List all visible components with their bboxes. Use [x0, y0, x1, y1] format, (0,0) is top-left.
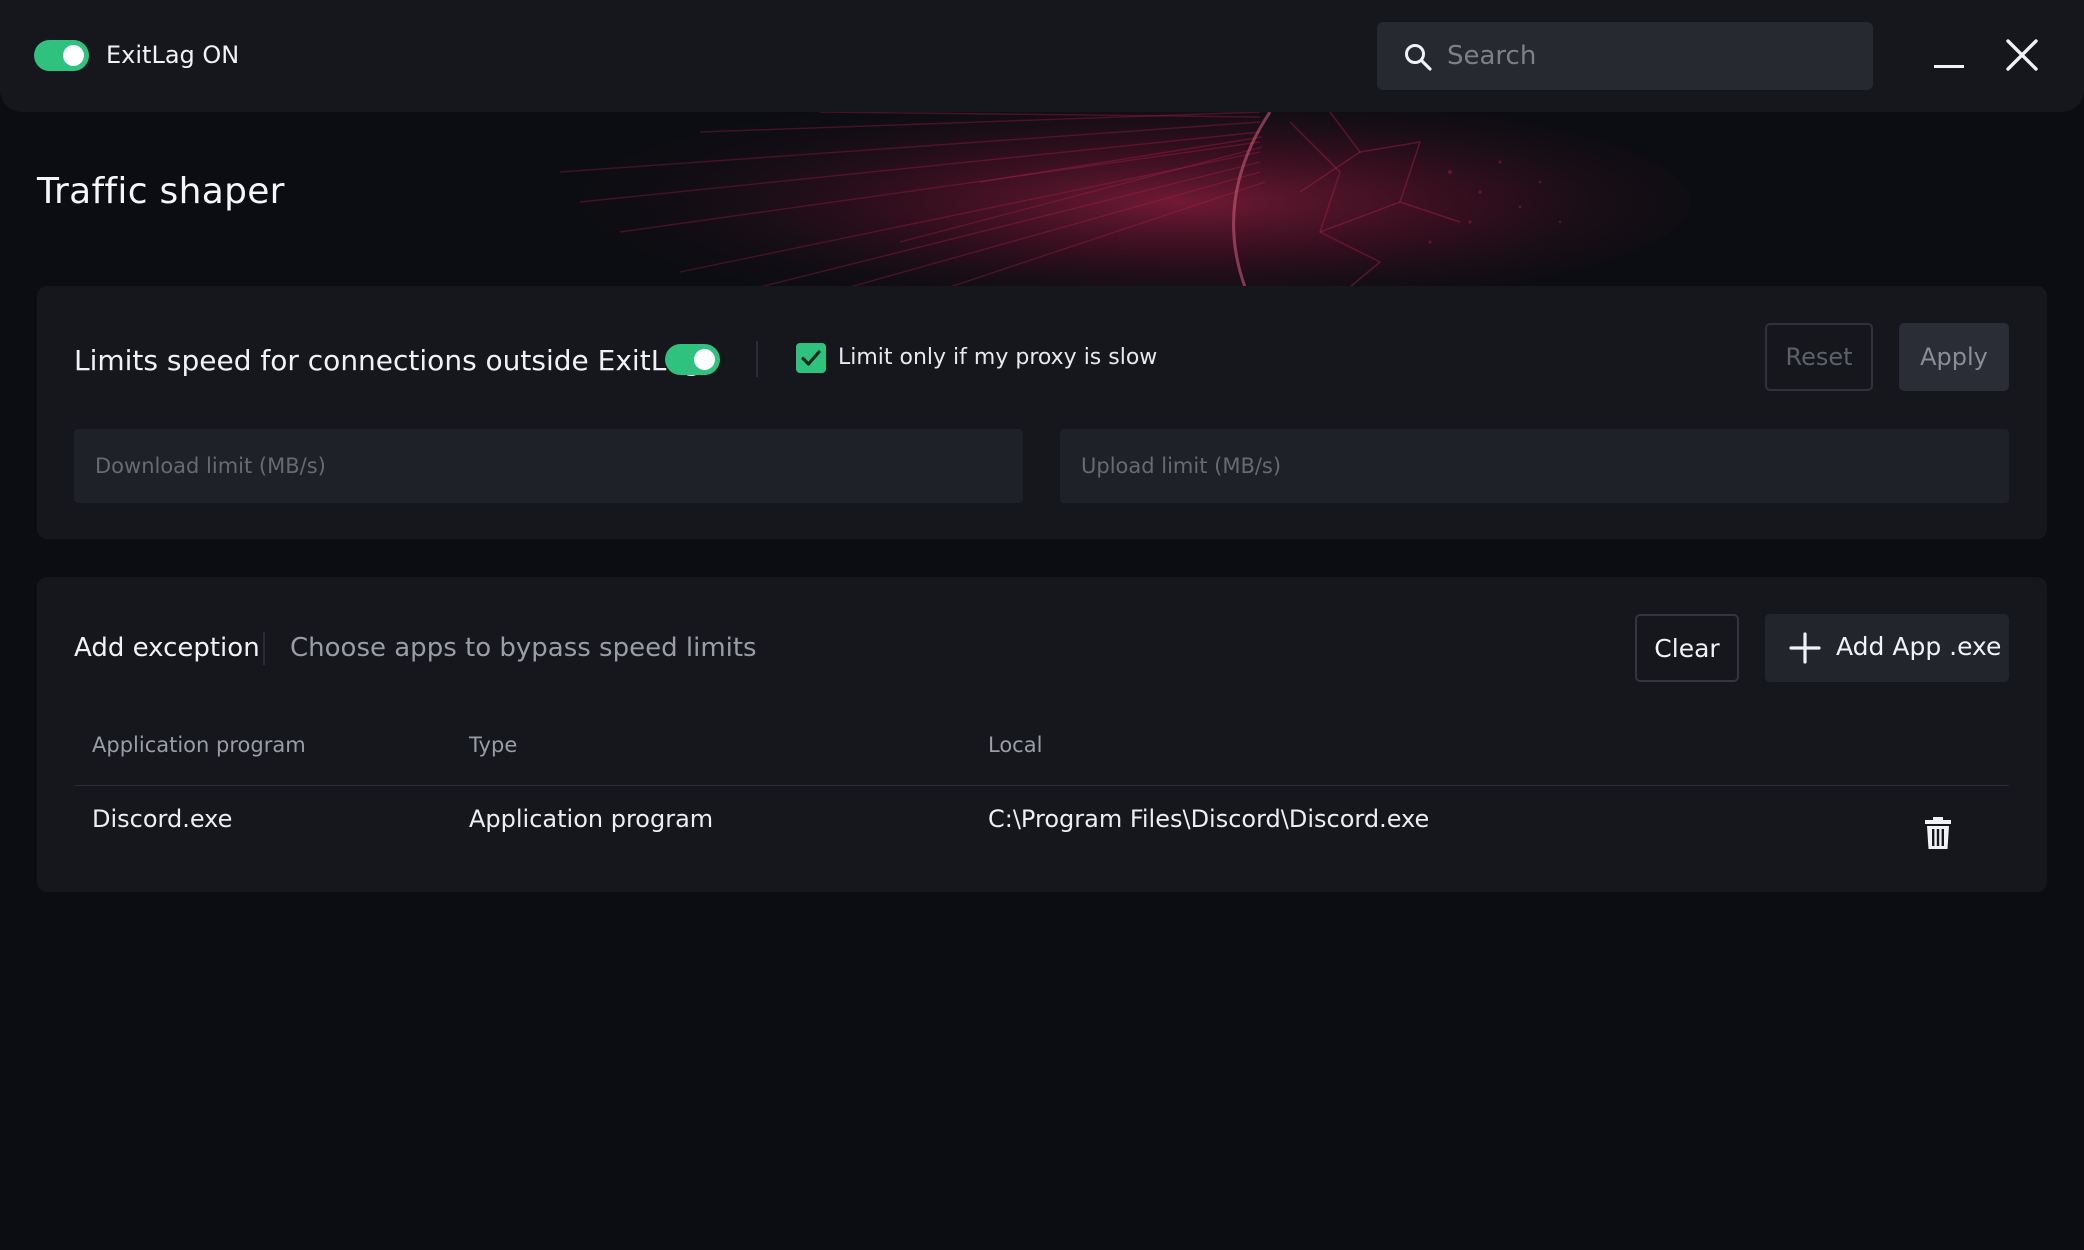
toggle-knob: [694, 349, 715, 370]
upload-limit-input[interactable]: [1060, 429, 2009, 503]
top-bar: ExitLag ON: [0, 0, 2084, 112]
search-box[interactable]: [1377, 22, 1873, 90]
apply-button[interactable]: Apply: [1899, 323, 2009, 391]
cell-local-path: C:\Program Files\Discord\Discord.exe: [988, 805, 1430, 833]
minimize-icon: [1934, 65, 1964, 68]
exceptions-subtitle: Choose apps to bypass speed limits: [290, 633, 757, 663]
app-window: ExitLag ON Search Traffic shaper Limits …: [0, 0, 2084, 1250]
exceptions-card: Add exception Choose apps to bypass spee…: [37, 577, 2047, 892]
banner-artwork: [0, 112, 2084, 287]
page-title: Traffic shaper: [37, 171, 285, 212]
check-icon: [801, 350, 821, 366]
download-limit-input[interactable]: [74, 429, 1023, 503]
search-input[interactable]: [1447, 22, 1857, 90]
add-app-label: Add App .exe: [1836, 632, 2002, 661]
minimize-button[interactable]: [1932, 38, 1966, 72]
reset-button[interactable]: Reset: [1765, 323, 1873, 391]
column-header-application: Application program: [92, 733, 306, 757]
proxy-slow-checkbox[interactable]: [796, 343, 826, 373]
close-icon: [2006, 39, 2038, 71]
divider: [263, 632, 265, 665]
search-icon: [1405, 44, 1432, 71]
speed-limits-card: Limits speed for connections outside Exi…: [37, 286, 2047, 539]
column-header-type: Type: [469, 733, 518, 757]
limits-speed-label: Limits speed for connections outside Exi…: [74, 344, 702, 377]
column-header-local: Local: [988, 733, 1043, 757]
divider: [756, 341, 758, 377]
add-app-button[interactable]: Add App .exe: [1765, 614, 2009, 682]
toggle-knob: [63, 45, 84, 66]
header-banner: [0, 112, 2084, 287]
cell-application: Discord.exe: [92, 805, 233, 833]
proxy-slow-label[interactable]: Limit only if my proxy is slow: [838, 342, 1157, 374]
plus-icon: [1789, 632, 1821, 664]
trash-icon[interactable]: [1924, 817, 1952, 849]
clear-button[interactable]: Clear: [1635, 614, 1739, 682]
exceptions-title: Add exception: [74, 633, 260, 663]
close-button[interactable]: [2005, 38, 2039, 72]
app-status-label: ExitLag ON: [106, 41, 240, 69]
table-row: Discord.exe Application program C:\Progr…: [74, 786, 2009, 862]
exitlag-power-toggle[interactable]: [34, 40, 89, 71]
cell-type: Application program: [469, 805, 714, 833]
limits-speed-toggle[interactable]: [665, 344, 720, 375]
